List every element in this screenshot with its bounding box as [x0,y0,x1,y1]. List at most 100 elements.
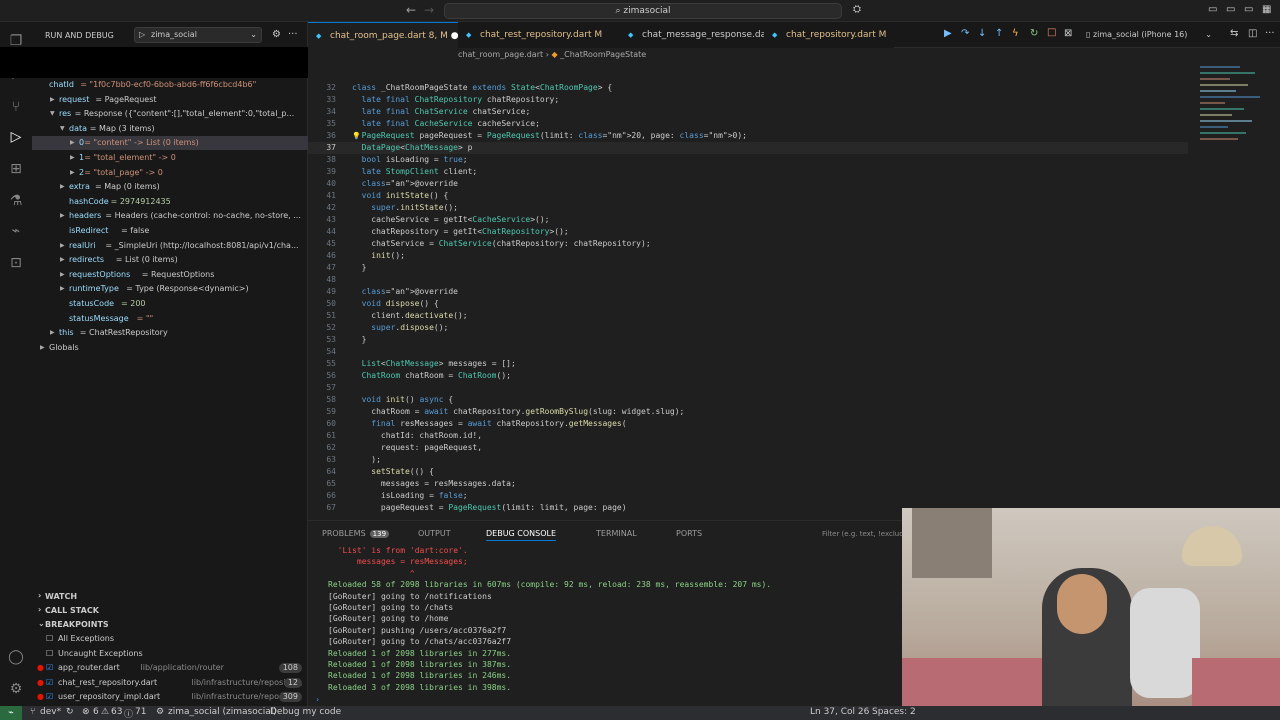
variable-row[interactable]: ▶ Globals [32,341,308,355]
step-over-icon[interactable]: ↷ [961,28,969,39]
breakpoint-row[interactable]: ☑ ● user_repository_impl.dart lib/infrastru… [37,690,308,704]
code-line[interactable]: 49 class="an">@override [308,286,1188,298]
tree-arrow-icon[interactable]: ▶ [60,282,65,296]
code-view[interactable]: 32 class _ChatRoomPageState extends State… [308,82,1188,520]
step-into-icon[interactable]: ↓ [978,28,986,39]
tree-arrow-icon[interactable]: ▼ [50,107,55,121]
copilot-icon[interactable]: ⛭ [853,4,861,15]
variable-row[interactable]: ▶ 1 = "total_element" -> 0 [32,151,308,165]
editor-tab[interactable]: ◆ chat_message_response.dart [620,22,773,48]
command-center[interactable]: ⌕ zimasocial [444,3,842,19]
breakpoint-dot-icon[interactable]: ☑ [46,690,53,704]
run-debug-icon[interactable]: ▷ [7,128,25,146]
variable-row[interactable]: ▶ headers = Headers (cache-control: no-ca… [32,209,308,223]
variable-row[interactable]: ▼ data = Map (3 items) [32,122,308,136]
editor-tab[interactable]: ◆ chat_repository.dart M [764,22,894,48]
code-line[interactable]: 34 late final ChatService chatService; [308,106,1188,118]
remote-icon[interactable]: ⌁ [7,222,25,240]
device-selector[interactable]: ▯ zima_social (iPhone 16) ⌄ [1086,27,1216,43]
tree-arrow-icon[interactable]: ▶ [70,136,75,150]
tree-arrow-icon[interactable]: ▶ [40,341,45,355]
variable-row[interactable]: ▶ runtimeType = Type (Response<dynamic>) [32,282,308,296]
code-line[interactable]: 58 void init() async { [308,394,1188,406]
code-line[interactable]: 60 final resMessages = await chatReposit… [308,418,1188,430]
account-icon[interactable]: ◯ [7,648,25,666]
more-actions-icon[interactable]: ··· [1265,28,1275,39]
code-line[interactable]: 62 request: pageRequest, [308,442,1188,454]
tree-arrow-icon[interactable]: ▶ [60,253,65,267]
breakpoint-row[interactable]: ☑ ● chat_rest_repository.dart lib/infrastru… [37,676,308,690]
code-line[interactable]: 46 init(); [308,250,1188,262]
code-line[interactable]: 61 chatId: chatRoom.id!, [308,430,1188,442]
code-line[interactable]: 53 } [308,334,1188,346]
unsaved-dot-icon[interactable]: ● [448,31,459,41]
code-line[interactable]: 64 setState(() { [308,466,1188,478]
error-count[interactable]: 6 [93,707,99,717]
extensions-icon[interactable]: ⊞ [7,160,25,178]
code-line[interactable]: 40 class="an">@override [308,178,1188,190]
console-filter-input[interactable]: Filter (e.g. text, !exclude) [822,527,902,541]
info-count[interactable]: 71 [135,707,146,717]
more-actions-icon[interactable]: ··· [288,29,298,40]
variable-row[interactable]: ▶ this = ChatRestRepository [32,326,308,340]
code-line[interactable]: 41 void initState() { [308,190,1188,202]
split-editor-icon[interactable]: ◫ [1248,28,1257,39]
code-line[interactable]: 52 super.dispose(); [308,322,1188,334]
variable-row[interactable]: ▶ realUri = _SimpleUri (http://localhost:… [32,239,308,253]
panel-tab[interactable]: PROBLEMS 139 [322,529,390,538]
code-line[interactable]: 32 class _ChatRoomPageState extends State… [308,82,1188,94]
breadcrumb-symbol[interactable]: _ChatRoomPageState [560,50,646,59]
code-line[interactable]: 47 } [308,262,1188,274]
hot-reload-icon[interactable]: ϟ [1012,28,1019,39]
branch-name[interactable]: dev* [40,707,61,717]
debug-project[interactable]: zima_social (zimasocial) [168,707,277,717]
open-changes-icon[interactable]: ⇆ [1230,28,1238,39]
continue-icon[interactable]: ▶ [944,28,952,39]
code-line[interactable]: 43 cacheService = getIt<CacheService>(); [308,214,1188,226]
layout-sidebar-icon[interactable]: ▭ [1208,4,1217,15]
code-line[interactable]: 55 List<ChatMessage> messages = []; [308,358,1188,370]
devtools-icon[interactable]: ⊠ [1064,28,1072,39]
tree-arrow-icon[interactable]: ▶ [60,180,65,194]
tree-arrow-icon[interactable]: ▼ [60,122,65,136]
remote-indicator[interactable]: ⌁ [0,706,22,720]
panel-tab[interactable]: PORTS [676,529,702,538]
variable-row[interactable]: ▶ extra = Map (0 items) [32,180,308,194]
panel-tab[interactable]: TERMINAL [596,529,637,538]
panel-tab[interactable]: OUTPUT [418,529,451,538]
start-debugging-icon[interactable]: ▷ [139,28,145,42]
code-line[interactable]: 51 client.deactivate(); [308,310,1188,322]
variable-row[interactable]: ▶ 0 = "content" -> List (0 items) [32,136,308,151]
breakpoint-row[interactable]: ☐ Uncaught Exceptions [46,647,308,661]
back-arrow-icon[interactable]: ← [406,3,416,17]
code-line[interactable]: 59 chatRoom = await chatRepository.getRo… [308,406,1188,418]
code-line[interactable]: 37 DataPage<ChatMessage> p [308,142,1188,154]
code-line[interactable]: 39 late StompClient client; [308,166,1188,178]
stop-icon[interactable]: □ [1047,27,1056,38]
breadcrumb-file[interactable]: chat_room_page.dart [458,50,543,59]
variable-row[interactable]: hashCode = 2974912435 [32,195,308,209]
warning-count[interactable]: 63 [111,707,122,717]
tree-arrow-icon[interactable]: ▶ [50,326,55,340]
code-line[interactable]: 45 chatService = ChatService(chatReposit… [308,238,1188,250]
editor-tab[interactable]: ◆ chat_rest_repository.dart M [458,22,620,48]
editor-tab[interactable]: ◆ chat_room_page.dart 8, M ● [308,22,459,48]
code-line[interactable]: 54 [308,346,1188,358]
tree-arrow-icon[interactable]: ▶ [50,93,55,107]
code-line[interactable]: 66 isLoading = false; [308,490,1188,502]
flutter-inspector-icon[interactable]: ⊡ [7,254,25,272]
variable-row[interactable]: ▶ request = PageRequest [32,93,308,107]
variable-row[interactable]: isRedirect = false [32,224,308,238]
breakpoint-row[interactable]: ☑ ● app_router.dart lib/application/router 1… [37,661,308,675]
variable-row[interactable]: statusMessage = "" [32,312,308,326]
lightbulb-icon[interactable]: 💡 [352,130,361,142]
layout-secondary-icon[interactable]: ▭ [1244,4,1253,15]
testing-icon[interactable]: ⚗ [7,192,25,210]
breakpoint-dot-icon[interactable]: ☑ [46,661,53,675]
section-call-stack[interactable]: › CALL STACK [32,604,308,618]
sync-icon[interactable]: ↻ [66,707,74,717]
section-breakpoints[interactable]: ⌄ BREAKPOINTS [32,618,308,632]
code-line[interactable]: 33 late final ChatRepository chatReposit… [308,94,1188,106]
debug-mode[interactable]: Debug my code [270,707,341,717]
tree-arrow-icon[interactable]: ▶ [60,209,65,223]
